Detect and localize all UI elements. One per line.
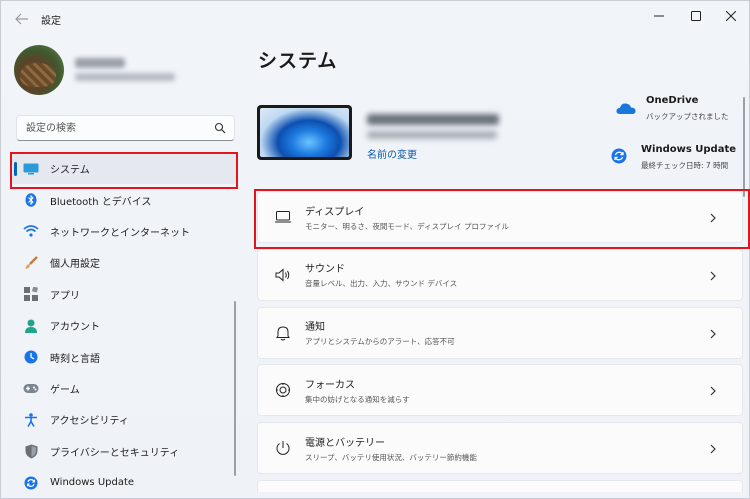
search-icon (214, 122, 226, 134)
setting-power[interactable]: 電源とバッテリー スリープ、バッテリ使用状況、バッテリー節約機能 (257, 422, 743, 475)
power-icon (274, 439, 292, 457)
sidebar-item-label: プライバシーとセキュリティ (50, 447, 180, 459)
shield-icon (23, 443, 39, 459)
highlight-box-system (10, 152, 238, 189)
sidebar-item-label: アプリ (50, 290, 80, 302)
sidebar-nav: システム Bluetooth とデバイス ネットワークとインターネット 個人用設… (11, 153, 237, 498)
sidebar-item-personalization[interactable]: 個人用設定 (11, 247, 237, 278)
device-name-blurred (367, 114, 499, 125)
chevron-right-icon (710, 386, 716, 396)
highlight-box-display (254, 189, 750, 249)
sidebar-item-label: 時刻と言語 (50, 353, 100, 365)
setting-next-partial[interactable] (257, 479, 743, 492)
chevron-right-icon (710, 329, 716, 339)
chevron-right-icon (710, 444, 716, 454)
close-icon[interactable] (708, 1, 750, 31)
sidebar-item-accessibility[interactable]: アクセシビリティ (11, 404, 237, 435)
device-model-blurred (367, 131, 497, 139)
windows-update-icon (23, 475, 39, 491)
setting-title: フォーカス (305, 379, 355, 391)
setting-notifications[interactable]: 通知 アプリとシステムからのアラート、応答不可 (257, 306, 743, 359)
setting-sound[interactable]: サウンド 音量レベル、出力、入力、サウンド デバイス (257, 248, 743, 301)
gamepad-icon (23, 380, 39, 396)
onedrive-status: バックアップされました (646, 112, 729, 121)
back-arrow-icon[interactable] (11, 9, 33, 29)
sidebar-item-bluetooth[interactable]: Bluetooth とデバイス (11, 184, 237, 215)
windows-update-icon (611, 148, 627, 164)
setting-focus[interactable]: フォーカス 集中の妨げとなる通知を減らす (257, 364, 743, 417)
sidebar-item-time-language[interactable]: 時刻と言語 (11, 341, 237, 372)
sidebar-item-label: Windows Update (50, 477, 135, 489)
onedrive-title: OneDrive (646, 95, 699, 106)
app-title: 設定 (41, 16, 61, 27)
speaker-icon (274, 266, 292, 284)
search-box[interactable] (16, 115, 235, 141)
chevron-right-icon (710, 271, 716, 281)
time-language-icon (23, 349, 39, 365)
onedrive-icon (616, 103, 636, 114)
device-image (257, 105, 352, 160)
sidebar-item-gaming[interactable]: ゲーム (11, 373, 237, 404)
search-input[interactable] (17, 116, 207, 141)
setting-subtitle: 集中の妨げとなる通知を減らす (305, 394, 410, 404)
sidebar-item-label: アクセシビリティ (50, 416, 129, 428)
title-bar: 設定 (1, 1, 750, 37)
setting-subtitle: 音量レベル、出力、入力、サウンド デバイス (305, 279, 458, 289)
bell-icon (274, 324, 292, 342)
sidebar-item-apps[interactable]: アプリ (11, 279, 237, 310)
account-icon (23, 318, 39, 334)
setting-title: 電源とバッテリー (305, 437, 385, 449)
sidebar-item-label: Bluetooth とデバイス (50, 196, 152, 208)
brush-icon (23, 255, 39, 271)
sidebar-scrollbar[interactable] (234, 301, 236, 476)
sidebar-item-privacy[interactable]: プライバシーとセキュリティ (11, 436, 237, 467)
setting-title: サウンド (305, 264, 345, 276)
sidebar-item-accounts[interactable]: アカウント (11, 310, 237, 341)
user-email-blurred (75, 73, 175, 81)
sidebar-item-label: アカウント (50, 322, 100, 334)
setting-subtitle: アプリとシステムからのアラート、応答不可 (305, 337, 455, 347)
main-scrollbar[interactable] (743, 97, 745, 197)
windows-update-status: 最終チェック日時: 7 時間 (641, 161, 729, 170)
focus-icon (274, 381, 292, 399)
sidebar-item-label: ネットワークとインターネット (50, 227, 190, 239)
page-title: システム (258, 50, 338, 72)
windows-update-title: Windows Update (641, 144, 737, 155)
settings-window: 設定 システム Bluetooth とデバイス (0, 0, 750, 499)
setting-subtitle: スリープ、バッテリ使用状況、バッテリー節約機能 (305, 452, 477, 462)
sidebar-item-label: ゲーム (50, 384, 80, 396)
accessibility-icon (23, 412, 39, 428)
user-name-blurred (75, 58, 125, 68)
sidebar-item-network[interactable]: ネットワークとインターネット (11, 216, 237, 247)
apps-icon (23, 286, 39, 302)
wifi-icon (23, 223, 39, 239)
sidebar-item-windows-update[interactable]: Windows Update (11, 467, 237, 498)
setting-title: 通知 (305, 322, 325, 334)
sidebar-item-label: 個人用設定 (50, 259, 100, 271)
rename-link[interactable]: 名前の変更 (367, 146, 417, 161)
avatar[interactable] (14, 45, 64, 95)
bluetooth-icon (23, 192, 39, 208)
